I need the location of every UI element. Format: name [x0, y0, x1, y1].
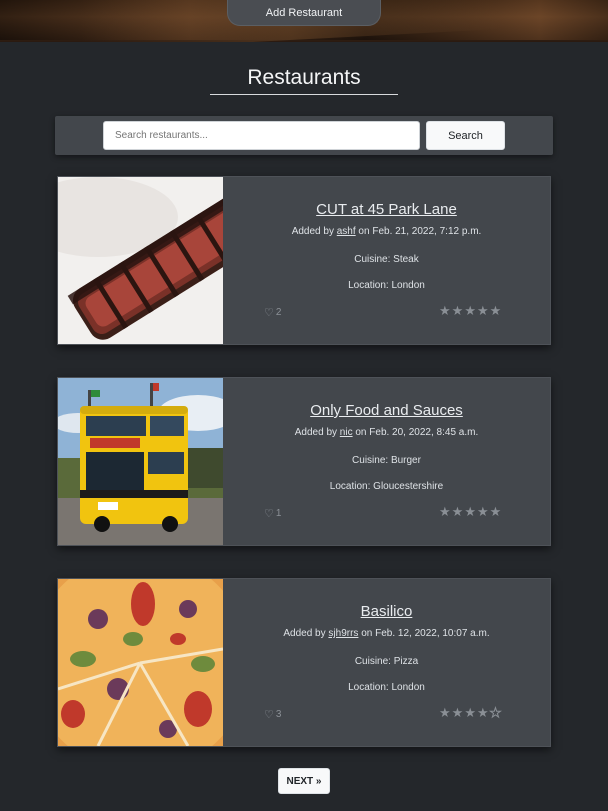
star-icon: ★: [476, 705, 489, 720]
star-icon: ★: [451, 705, 464, 720]
star-icon: ★: [464, 705, 476, 720]
star-icon: ★: [464, 504, 476, 519]
added-date: on Feb. 12, 2022, 10:07 a.m.: [358, 628, 490, 639]
restaurant-card: CUT at 45 Park Lane Added by ashf on Feb…: [57, 176, 551, 345]
add-restaurant-button[interactable]: Add Restaurant: [227, 0, 381, 26]
added-prefix: Added by: [294, 427, 340, 438]
cuisine-text: Cuisine: Pizza: [354, 656, 419, 667]
like-count: 1: [275, 508, 282, 519]
star-icon: ★: [464, 303, 476, 318]
search-input[interactable]: [103, 121, 420, 150]
added-by-text: Added by ashf on Feb. 21, 2022, 7:12 p.m…: [223, 226, 550, 237]
star-icon: ★: [439, 705, 451, 720]
star-icon: ★: [476, 303, 489, 318]
steak-photo[interactable]: [58, 177, 223, 344]
added-prefix: Added by: [283, 628, 329, 639]
added-by-text: Added by sjh9rrs on Feb. 12, 2022, 10:07…: [223, 628, 550, 639]
added-date: on Feb. 21, 2022, 7:12 p.m.: [355, 226, 482, 237]
cuisine-text: Cuisine: Steak: [354, 254, 419, 265]
like-button[interactable]: ♡ 3: [264, 708, 281, 721]
like-count: 2: [275, 307, 282, 318]
location-text: Location: London: [348, 682, 425, 693]
added-by-text: Added by nic on Feb. 20, 2022, 8:45 a.m.: [223, 427, 550, 438]
heart-icon: ♡: [264, 508, 274, 520]
star-rating: ★ ★ ★ ★ ★: [439, 304, 501, 317]
search-bar: Search: [55, 116, 553, 155]
star-rating: ★ ★ ★ ★ ★: [439, 505, 501, 518]
added-prefix: Added by: [291, 226, 337, 237]
location-text: Location: Gloucestershire: [329, 481, 444, 492]
next-page-button[interactable]: NEXT »: [278, 768, 330, 794]
star-icon: ★: [489, 303, 502, 318]
star-icon: ★: [439, 303, 451, 318]
restaurant-card: Only Food and Sauces Added by nic on Feb…: [57, 377, 551, 546]
restaurant-name-link[interactable]: Basilico: [223, 603, 550, 620]
star-icon: ★: [489, 705, 502, 720]
user-link[interactable]: nic: [340, 427, 353, 438]
bus-photo[interactable]: [58, 378, 223, 545]
restaurant-name-link[interactable]: CUT at 45 Park Lane: [223, 201, 550, 218]
star-icon: ★: [489, 504, 502, 519]
user-link[interactable]: ashf: [337, 226, 356, 237]
star-icon: ★: [451, 303, 464, 318]
added-date: on Feb. 20, 2022, 8:45 a.m.: [352, 427, 479, 438]
star-rating: ★ ★ ★ ★ ★: [439, 705, 502, 720]
star-icon: ★: [476, 504, 489, 519]
like-button[interactable]: ♡ 2: [264, 306, 281, 319]
title-underline: [210, 94, 398, 95]
location-text: Location: London: [348, 280, 425, 291]
star-icon: ★: [451, 504, 464, 519]
restaurant-card: Basilico Added by sjh9rrs on Feb. 12, 20…: [57, 578, 551, 747]
like-button[interactable]: ♡ 1: [264, 507, 281, 520]
restaurant-name-link[interactable]: Only Food and Sauces: [223, 402, 550, 419]
user-link[interactable]: sjh9rrs: [328, 628, 358, 639]
like-count: 3: [275, 709, 282, 720]
page-title: Restaurants: [247, 66, 361, 89]
heart-icon: ♡: [264, 709, 274, 721]
search-button[interactable]: Search: [426, 121, 505, 150]
star-icon: ★: [439, 504, 451, 519]
pizza-photo[interactable]: [58, 579, 223, 746]
heart-icon: ♡: [264, 307, 274, 319]
cuisine-text: Cuisine: Burger: [352, 455, 421, 466]
